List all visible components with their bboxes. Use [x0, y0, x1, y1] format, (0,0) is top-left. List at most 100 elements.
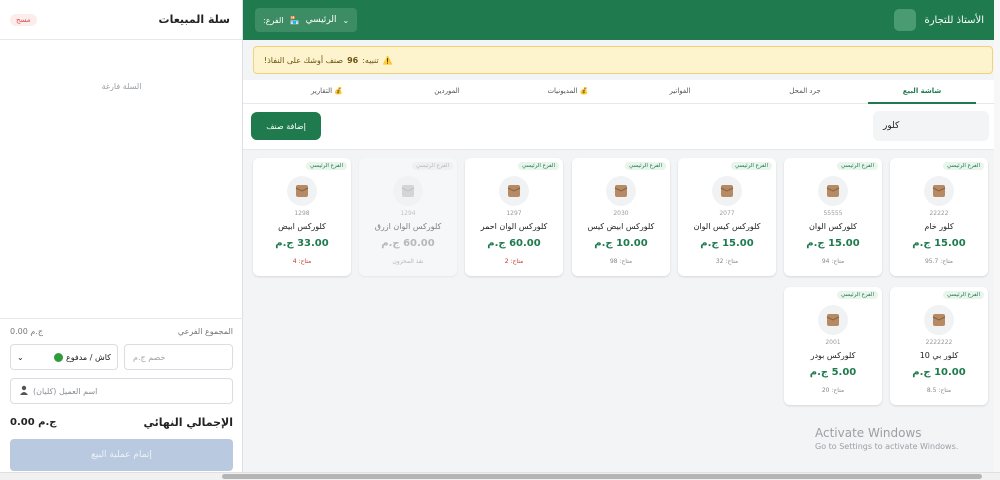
product-code: 1294: [400, 210, 416, 217]
branch-prefix: الفرع:: [263, 15, 284, 25]
product-card[interactable]: الفرع الرئيسي 2222222 كلور بي 10 10.00 ج…: [890, 287, 988, 405]
product-card[interactable]: الفرع الرئيسي 2001 كلوركس بودر 5.00 ج.م …: [784, 287, 882, 405]
branch-badge: الفرع الرئيسي: [837, 162, 878, 170]
tab-reports-icon: 💰: [332, 87, 343, 95]
product-name: كلوركس ابيض: [278, 222, 326, 231]
cart-summary: 0.00 ج.م المجموع الفرعي ⌄ كاش / مدفوع خص…: [0, 318, 243, 472]
activate-windows-watermark: Activate Windows Go to Settings to activ…: [815, 426, 958, 451]
product-code: 1298: [294, 210, 310, 217]
product-code: 1297: [506, 210, 522, 217]
product-price: 15.00 ج.م: [912, 238, 966, 249]
branch-selector[interactable]: ⌄ الرئيسي 🏪 الفرع:: [255, 8, 358, 32]
main-area: ⌄ الرئيسي 🏪 الفرع: الأستاذ للتجارة ⚠️ تن…: [243, 0, 1000, 472]
watermark-line2: Go to Settings to activate Windows.: [815, 442, 959, 451]
product-price: 60.00 ج.م: [381, 238, 435, 249]
app-title: الأستاذ للتجارة: [924, 14, 984, 26]
box-icon: [393, 176, 423, 206]
alert-prefix: تنبيه:: [362, 55, 379, 65]
tab-reports[interactable]: 💰 التقارير: [273, 84, 381, 104]
payment-method-select[interactable]: ⌄ كاش / مدفوع: [10, 344, 118, 370]
product-stock: متاح: 98: [609, 258, 633, 265]
scrollbar-thumb[interactable]: [222, 474, 982, 479]
product-stock: نفذ المخزون: [392, 258, 424, 265]
vertical-scrollbar[interactable]: [994, 0, 1000, 472]
product-card[interactable]: الفرع الرئيسي 55555 كلوركس الوان 15.00 ج…: [784, 158, 882, 276]
branch-badge: الفرع الرئيسي: [625, 162, 666, 170]
tab-debts[interactable]: 💰 المديونيات: [514, 84, 622, 104]
branch-badge: الفرع الرئيسي: [412, 162, 453, 170]
product-toolbar: إضافة صنف كلور: [243, 104, 1000, 150]
clear-cart-button[interactable]: مسح: [10, 13, 37, 26]
product-price: 15.00 ج.م: [806, 238, 860, 249]
status-dot-icon: [53, 352, 63, 362]
tab-debts-icon: 💰: [577, 87, 589, 95]
subtotal-row: 0.00 ج.م المجموع الفرعي: [10, 327, 233, 336]
branch-badge: الفرع الرئيسي: [943, 162, 984, 170]
brand: الأستاذ للتجارة: [894, 9, 984, 31]
cart-empty-message: السلة فارغة: [101, 82, 142, 91]
logo-icon: [894, 9, 917, 31]
product-stock: متاح: 2: [504, 258, 524, 265]
tab-sales-screen[interactable]: شاشة البيع: [868, 84, 976, 104]
product-stock: متاح: 4: [292, 258, 312, 265]
add-product-button[interactable]: إضافة صنف: [251, 112, 321, 140]
store-icon: 🏪: [289, 15, 300, 25]
product-name: كلوركس الوان: [809, 222, 857, 231]
search-input[interactable]: كلور: [873, 111, 989, 141]
cart-title: سلة المبيعات: [158, 13, 230, 26]
product-price: 15.00 ج.م: [700, 238, 754, 249]
box-icon: [712, 176, 742, 206]
customer-name-input[interactable]: اسم العميل (كليان): [10, 378, 233, 404]
product-price: 10.00 ج.م: [912, 367, 966, 378]
branch-badge: الفرع الرئيسي: [306, 162, 347, 170]
product-stock: متاح: 32: [715, 258, 739, 265]
grand-total-row: 0.00 ج.م الإجمالي النهائي: [10, 416, 233, 429]
tab-inventory[interactable]: جرد المحل: [751, 84, 859, 104]
product-name: كلوركس الوان ازرق: [374, 222, 442, 231]
horizontal-scrollbar[interactable]: [0, 472, 1000, 480]
box-icon: [287, 176, 317, 206]
product-code: 2077: [719, 210, 735, 217]
product-name: كلوركس الوان احمر: [480, 222, 548, 231]
box-icon: [924, 305, 954, 335]
product-name: كلوركس بودر: [810, 351, 856, 360]
grand-total-value: 0.00 ج.م: [10, 417, 57, 428]
tab-suppliers[interactable]: الموردين: [393, 84, 501, 104]
product-card[interactable]: الفرع الرئيسي 1298 كلوركس ابيض 33.00 ج.م…: [253, 158, 351, 276]
product-price: 10.00 ج.م: [594, 238, 648, 249]
product-name: كلوركس ابيض كيس: [587, 222, 655, 231]
box-icon: [818, 176, 848, 206]
user-icon: [19, 385, 29, 397]
product-stock: متاح: 95.7: [924, 258, 953, 265]
product-name: كلور بي 10: [919, 351, 959, 360]
complete-sale-button[interactable]: إتمام عملية البيع: [10, 439, 233, 471]
grand-total-label: الإجمالي النهائي: [143, 416, 233, 429]
box-icon: [499, 176, 529, 206]
branch-badge: الفرع الرئيسي: [837, 291, 878, 299]
warning-icon: ⚠️: [382, 55, 393, 65]
product-stock: متاح: 8.5: [926, 387, 952, 394]
chevron-down-icon: ⌄: [342, 15, 350, 25]
product-card[interactable]: الفرع الرئيسي 1297 كلوركس الوان احمر 60.…: [465, 158, 563, 276]
low-stock-alert: ⚠️ تنبيه: 96 صنف أوشك على النفاذ!: [253, 46, 993, 74]
box-icon: [606, 176, 636, 206]
product-card[interactable]: الفرع الرئيسي 2030 كلوركس ابيض كيس 10.00…: [572, 158, 670, 276]
subtotal-label: المجموع الفرعي: [177, 327, 233, 336]
box-icon: [818, 305, 848, 335]
payment-method-label: كاش / مدفوع: [65, 352, 111, 362]
product-code: 22222: [929, 210, 949, 217]
product-stock: متاح: 20: [821, 387, 845, 394]
product-card[interactable]: الفرع الرئيسي 22222 كلور خام 15.00 ج.م م…: [890, 158, 988, 276]
product-stock: متاح: 94: [821, 258, 845, 265]
product-code: 2222222: [925, 339, 953, 346]
box-icon: [924, 176, 954, 206]
product-card[interactable]: الفرع الرئيسي 2077 كلوركس كيس الوان 15.0…: [678, 158, 776, 276]
chevron-down-icon: ⌄: [17, 352, 24, 362]
branch-badge: الفرع الرئيسي: [943, 291, 984, 299]
tab-invoices[interactable]: الفواتير: [626, 84, 734, 104]
subtotal-value: 0.00 ج.م: [10, 327, 44, 336]
discount-input[interactable]: خصم ج.م: [124, 344, 233, 370]
product-card-out-of-stock: الفرع الرئيسي 1294 كلوركس الوان ازرق 60.…: [359, 158, 457, 276]
product-name: كلور خام: [924, 222, 954, 231]
alert-message: صنف أوشك على النفاذ!: [264, 55, 344, 65]
